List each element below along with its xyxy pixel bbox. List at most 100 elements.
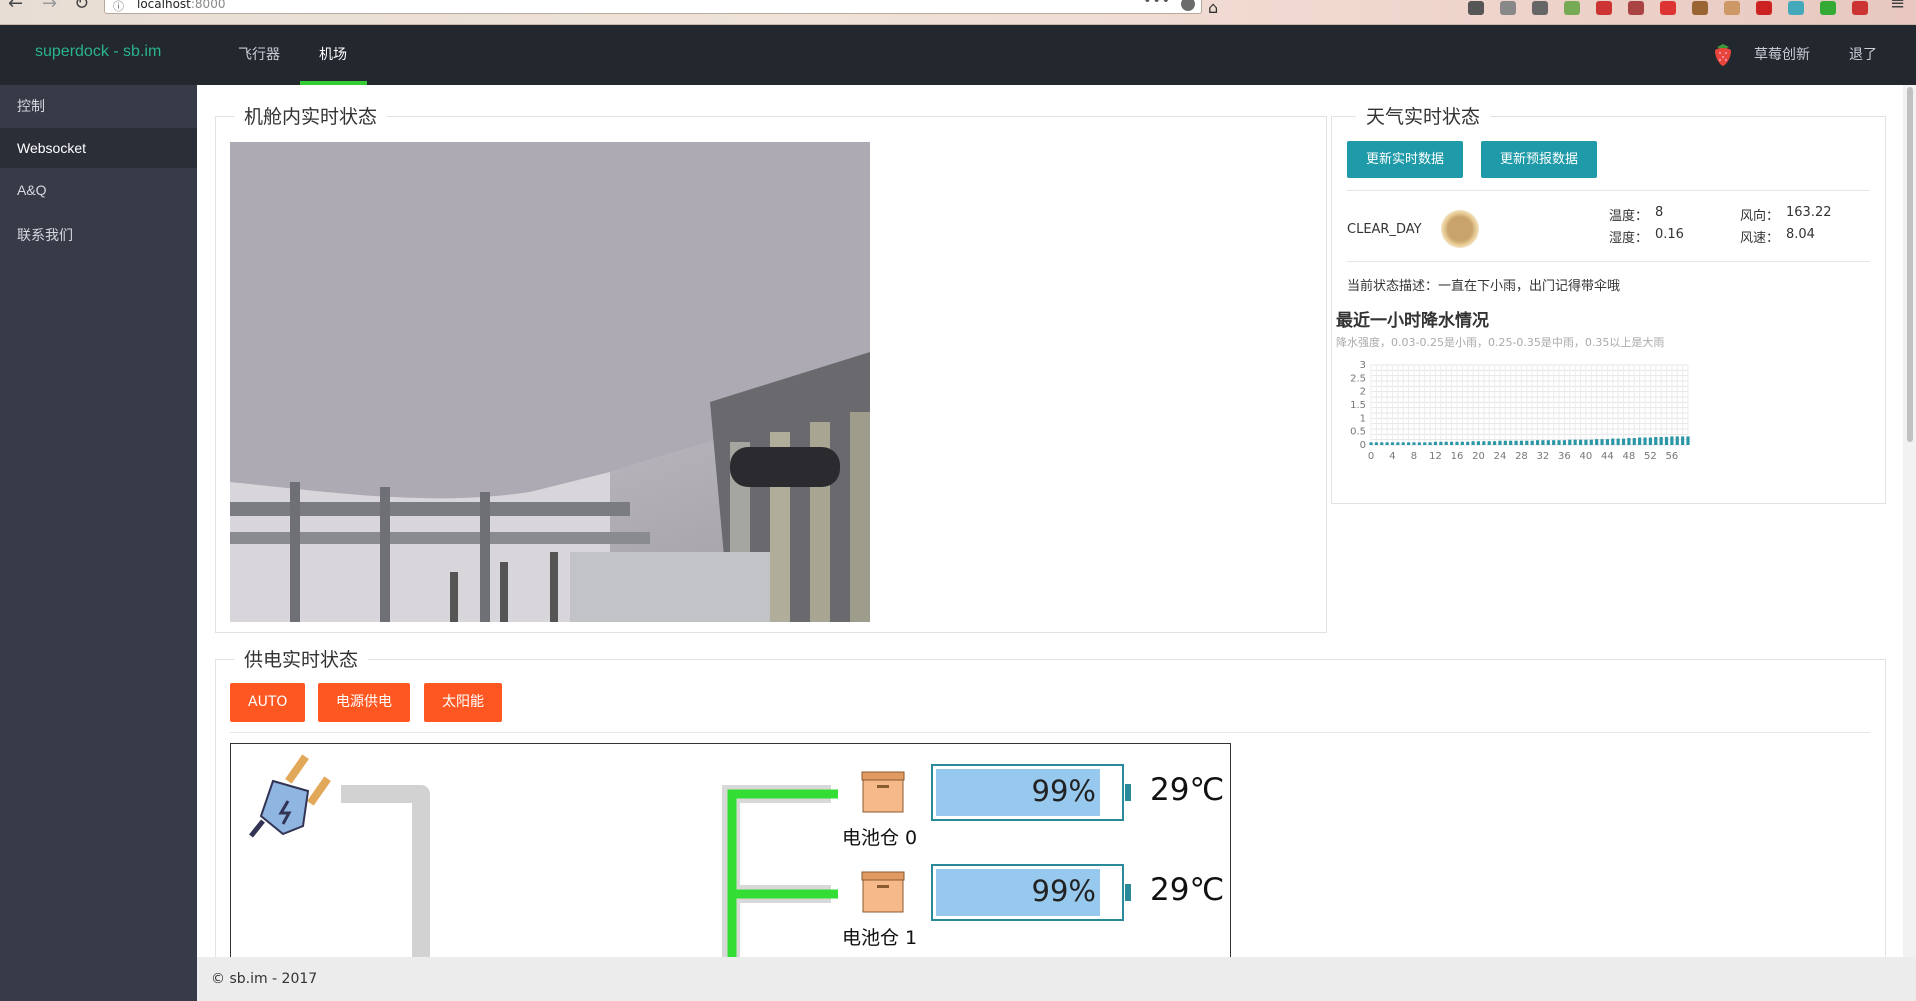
precipitation-bar [1428,442,1432,445]
sidebar-item-contact[interactable]: 联系我们 [0,215,197,255]
cabin-panel-title: 机舱内实时状态 [234,102,388,129]
menu-icon[interactable]: ≡ [1890,0,1905,13]
precipitation-bar [1643,437,1647,445]
battery-gauge: 99% [931,764,1131,821]
x-tick-label: 28 [1515,451,1528,462]
mains-power-button[interactable]: 电源供电 [318,683,410,722]
precipitation-bar [1530,440,1534,445]
x-tick-label: 4 [1389,451,1395,462]
extension-icon[interactable] [1788,1,1804,15]
precipitation-bar [1444,441,1448,445]
back-arrow-icon[interactable]: ← [8,0,23,13]
precipitation-bar [1455,441,1459,445]
precipitation-bar [1471,441,1475,445]
page-actions-icon[interactable]: ••• [1143,0,1171,9]
divider [230,732,1870,733]
wind-direction-label: 风向： [1740,209,1780,224]
divider [1347,190,1870,191]
sidebar-item-websocket[interactable]: Websocket [0,128,197,168]
extension-icon[interactable] [1724,1,1740,15]
battery-cap [1125,884,1131,901]
precipitation-bar [1595,439,1599,445]
precipitation-title: 最近一小时降水情况 [1336,311,1489,331]
adblock-icon[interactable] [1660,1,1676,15]
precipitation-bar [1407,442,1411,445]
extension-icon[interactable] [1852,1,1868,15]
battery-cap [1125,784,1131,801]
battery-temperature: 29℃ [1150,772,1225,808]
precipitation-bar [1535,440,1540,445]
update-forecast-button[interactable]: 更新预报数据 [1481,141,1598,178]
strawberry-logo-icon [1715,44,1731,66]
extension-icon[interactable] [1628,1,1644,15]
sidebar-item-aq[interactable]: A&Q [0,170,197,210]
y-tick-label: 3 [1360,360,1366,371]
extension-icon[interactable] [1564,1,1580,15]
precipitation-bar [1589,439,1593,445]
home-icon[interactable]: ⌂ [1208,0,1218,17]
url-bar[interactable]: ⓘ localhost:8000 ••• [104,0,1202,14]
y-tick-label: 0.5 [1350,427,1366,438]
sidebar: 控制 Websocket A&Q 联系我们 [0,85,197,1001]
precipitation-bar [1396,442,1400,445]
battery-bay-box-icon [861,871,905,913]
precipitation-bar [1466,441,1470,445]
wind-direction-value: 163.22 [1786,205,1832,220]
precipitation-bar [1482,441,1486,445]
precipitation-bar [1659,437,1663,445]
info-icon[interactable]: ⓘ [113,0,124,14]
precipitation-bar [1627,438,1631,445]
x-tick-label: 44 [1601,451,1614,462]
sidebar-item-control[interactable]: 控制 [0,86,197,126]
library-icon[interactable] [1468,1,1484,15]
extension-icon[interactable] [1756,1,1772,15]
page-scrollbar[interactable] [1903,85,1916,957]
footer-copyright: © sb.im - 2017 [211,971,318,987]
y-tick-label: 1.5 [1350,400,1366,411]
precipitation-bar [1600,439,1604,445]
precipitation-bar [1568,439,1572,445]
precipitation-bar [1385,442,1389,445]
divider [1347,261,1870,262]
page-footer: © sb.im - 2017 [197,957,1916,1001]
precipitation-bar [1374,442,1378,445]
scrollbar-thumb[interactable] [1907,87,1913,442]
logout-link[interactable]: 退了 [1849,44,1877,64]
battery-bay-box-icon [861,771,905,813]
battery-temperature: 29℃ [1150,872,1225,908]
precipitation-bar [1611,438,1615,445]
update-realtime-button[interactable]: 更新实时数据 [1347,141,1464,178]
precipitation-bar [1503,440,1507,445]
precipitation-bar [1681,436,1685,445]
extension-icon[interactable] [1692,1,1708,15]
precipitation-bar [1401,442,1405,445]
precipitation-bar [1369,442,1373,445]
solar-power-button[interactable]: 太阳能 [424,683,502,722]
wind-speed-value: 8.04 [1786,227,1815,242]
battery-bay-label: 电池仓 1 [842,927,918,949]
auto-mode-button[interactable]: AUTO [230,683,306,722]
precipitation-bar [1487,441,1491,445]
weather-condition: CLEAR_DAY [1347,222,1422,237]
x-tick-label: 0 [1368,451,1374,462]
extension-icon[interactable] [1596,1,1612,15]
precipitation-chart: 00.511.522.530 4 8 12 16 20 24 28 32 36 40 44 48 52 56 [1350,360,1690,462]
precipitation-bar [1605,439,1609,445]
weather-description: 当前状态描述：一直在下小雨，出门记得带伞哦 [1347,279,1621,294]
extension-icon[interactable] [1500,1,1516,15]
forward-arrow-icon[interactable]: → [42,0,57,13]
y-tick-label: 2.5 [1350,373,1366,384]
tab-aircraft[interactable]: 飞行器 [238,44,280,64]
precipitation-bar [1423,442,1427,445]
tab-airport[interactable]: 机场 [319,44,347,64]
extension-icon[interactable] [1820,1,1836,15]
wind-speed-label: 风速： [1740,231,1780,246]
reload-icon[interactable]: ↻ [74,0,89,13]
brand-link[interactable]: superdock - sb.im [35,43,161,61]
precipitation-bar [1546,440,1550,445]
cabin-camera-feed [230,142,870,622]
pocket-icon[interactable] [1181,0,1195,11]
precipitation-bar [1578,439,1583,445]
extension-icon[interactable] [1532,1,1548,15]
company-name[interactable]: 草莓创新 [1754,44,1810,64]
